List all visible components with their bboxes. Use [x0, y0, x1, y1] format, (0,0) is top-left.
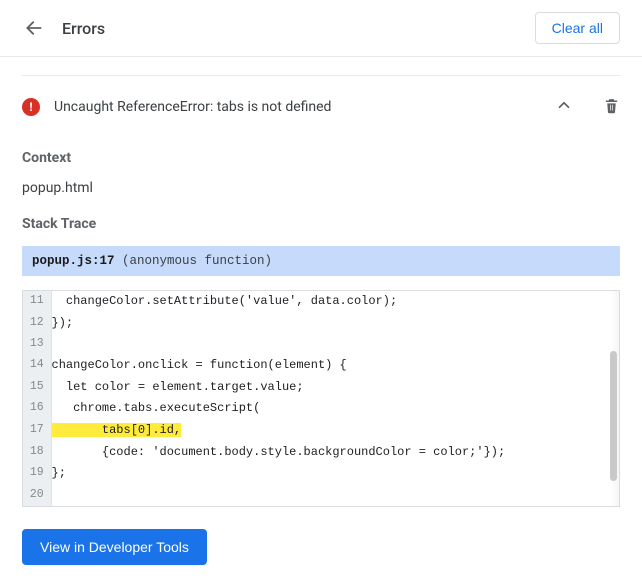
code-text: changeColor.onclick = function(element) …: [51, 355, 619, 377]
clear-all-button[interactable]: Clear all: [535, 12, 620, 44]
code-text: let color = element.target.value;: [51, 377, 619, 399]
stack-file: popup.js:17: [32, 254, 115, 268]
code-table: 11 changeColor.setAttribute('value', dat…: [23, 291, 619, 506]
line-number: 18: [23, 442, 51, 464]
line-number: 17: [23, 420, 51, 442]
code-line: 18 {code: 'document.body.style.backgroun…: [23, 442, 619, 464]
view-devtools-button[interactable]: View in Developer Tools: [22, 529, 207, 565]
code-text: {code: 'document.body.style.backgroundCo…: [51, 442, 619, 464]
code-text: tabs[0].id,: [51, 420, 619, 442]
code-text: });: [51, 313, 619, 335]
scrollbar-thumb[interactable]: [610, 351, 617, 481]
line-number: 11: [23, 291, 51, 313]
header-bar: Errors Clear all: [0, 0, 642, 57]
code-text: changeColor.setAttribute('value', data.c…: [51, 291, 619, 313]
line-number: 14: [23, 355, 51, 377]
code-line: 12});: [23, 313, 619, 335]
line-number: 12: [23, 313, 51, 335]
trash-icon[interactable]: [599, 93, 620, 122]
code-line: 11 changeColor.setAttribute('value', dat…: [23, 291, 619, 313]
code-line: 20: [23, 485, 619, 506]
context-label: Context: [22, 150, 620, 166]
code-line: 19};: [23, 463, 619, 485]
line-number: 20: [23, 485, 51, 506]
code-snippet: 11 changeColor.setAttribute('value', dat…: [22, 290, 620, 507]
content-area: ! Uncaught ReferenceError: tabs is not d…: [0, 75, 642, 587]
code-text: [51, 334, 619, 355]
line-number: 13: [23, 334, 51, 355]
stack-trace-label: Stack Trace: [22, 216, 620, 232]
code-line: 16 chrome.tabs.executeScript(: [23, 398, 619, 420]
code-text: chrome.tabs.executeScript(: [51, 398, 619, 420]
code-line: 13: [23, 334, 619, 355]
stack-function: (anonymous function): [122, 254, 272, 268]
stack-frame[interactable]: popup.js:17 (anonymous function): [22, 246, 620, 276]
chevron-up-icon[interactable]: [551, 92, 577, 122]
line-number: 16: [23, 398, 51, 420]
back-arrow-icon[interactable]: [22, 16, 46, 40]
error-message: Uncaught ReferenceError: tabs is not def…: [54, 99, 551, 115]
line-number: 19: [23, 463, 51, 485]
error-summary-row: ! Uncaught ReferenceError: tabs is not d…: [22, 76, 620, 130]
error-icon: !: [22, 98, 40, 116]
page-title: Errors: [62, 19, 535, 38]
line-number: 15: [23, 377, 51, 399]
code-text: [51, 485, 619, 506]
context-value: popup.html: [22, 180, 620, 196]
code-line: 17 tabs[0].id,: [23, 420, 619, 442]
code-line: 14changeColor.onclick = function(element…: [23, 355, 619, 377]
code-line: 15 let color = element.target.value;: [23, 377, 619, 399]
code-text: };: [51, 463, 619, 485]
